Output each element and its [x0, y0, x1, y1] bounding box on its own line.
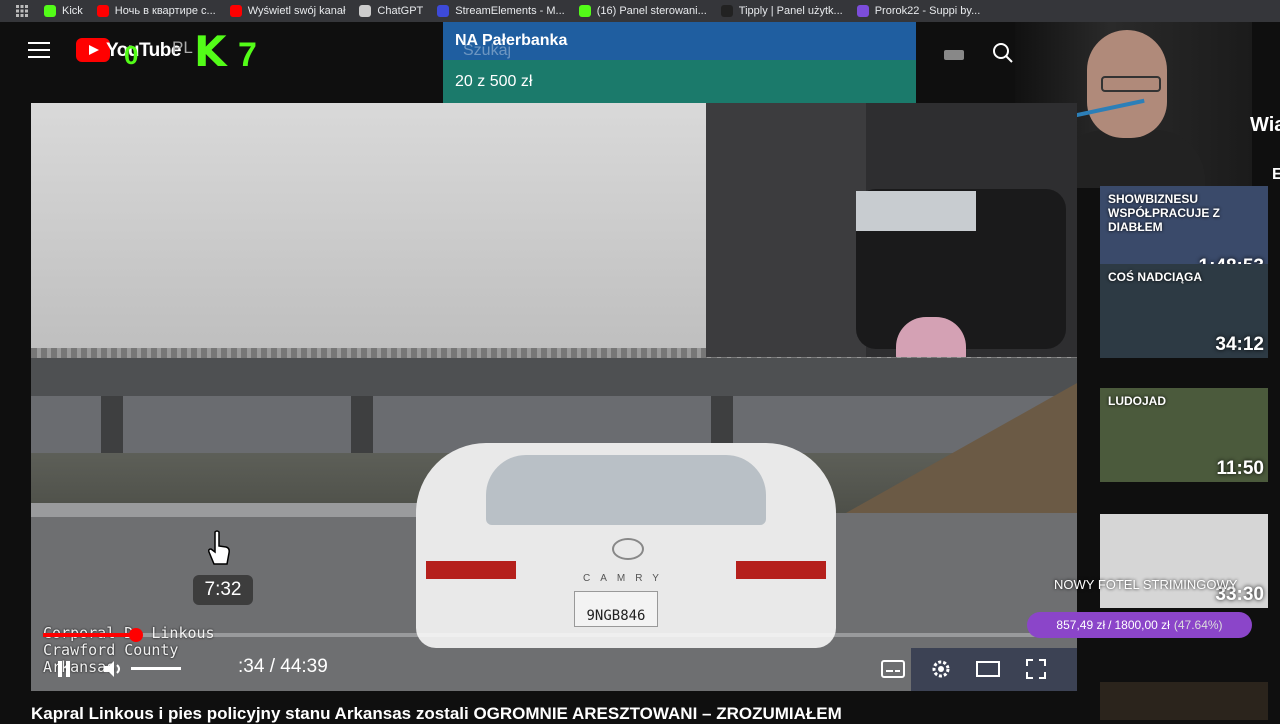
apps-grid-icon[interactable]: [0, 0, 44, 22]
search-placeholder[interactable]: Szukaj: [463, 42, 511, 60]
bookmark-label: Kick: [62, 5, 83, 17]
fullscreen-icon[interactable]: [1023, 656, 1049, 682]
sidebar-edge-text: E: [1272, 166, 1280, 183]
bookmark-item[interactable]: ChatGPT: [359, 0, 423, 22]
bookmark-item[interactable]: Ночь в квартире с...: [96, 0, 216, 22]
thumbnail-headline: SHOWBIZNESU WSPÓŁPRACUJE Z DIABŁEM: [1108, 192, 1221, 234]
video-title[interactable]: Kapral Linkous i pies policyjny stanu Ar…: [31, 704, 842, 724]
goal-progress-bar: 857,49 zł / 1800,00 zł (47.64%): [1027, 612, 1252, 638]
thumbnail-headline: COŚ NADCIĄGA: [1108, 270, 1203, 284]
bookmark-item[interactable]: Kick: [44, 0, 83, 22]
bookmark-label: Ночь в квартире с...: [114, 5, 216, 17]
bookmark-favicon-icon: [720, 5, 733, 17]
progress-knob[interactable]: [128, 628, 143, 642]
sidebar-video-thumbnail[interactable]: COŚ NADCIĄGA 34:12: [1100, 264, 1268, 358]
kick-counter-seven: 7: [238, 36, 257, 74]
progress-bar[interactable]: [43, 628, 1073, 642]
hand-cursor-icon: [208, 530, 230, 566]
bookmark-favicon-icon: [96, 5, 109, 17]
bookmark-label: Wyświetl swój kanał: [247, 5, 346, 17]
youtube-logo-icon[interactable]: [76, 38, 110, 62]
menu-icon[interactable]: [28, 42, 50, 60]
goal-current: 857,49 zł: [1056, 618, 1106, 632]
kick-logo-icon: K: [194, 27, 227, 76]
bookmark-item[interactable]: Tipply | Panel użytk...: [720, 0, 843, 22]
bookmark-favicon-icon: [44, 5, 56, 17]
settings-gear-icon[interactable]: [928, 656, 954, 682]
pause-icon[interactable]: [51, 656, 77, 682]
kick-counter-zero: 0: [124, 40, 139, 70]
video-player[interactable]: CAMRY 9NGB846 7:32 Corporal D. Linkous C…: [31, 103, 1077, 691]
car-image: CAMRY 9NGB846: [416, 443, 836, 648]
bookmark-favicon-icon: [578, 5, 591, 17]
search-icon[interactable]: [990, 40, 1016, 66]
youtube-logo-text[interactable]: YouTube: [106, 40, 181, 62]
hover-time-preview: 7:32: [193, 575, 253, 605]
bookmark-favicon-icon: [229, 5, 242, 17]
bookmarks-bar: Kick Ночь в квартире с... Wyświetl swój ka…: [0, 0, 1280, 22]
timecode: :34 / 44:39: [238, 656, 328, 677]
bookmark-item[interactable]: Wyświetl swój kanał: [229, 0, 346, 22]
donation-goal-overlay: NA Pałerbanka Szukaj 20 z 500 zł: [443, 22, 916, 104]
keyboard-icon[interactable]: [944, 50, 964, 60]
goal-percent: (47.64%): [1173, 618, 1223, 632]
donation-amount: 20 z 500 zł: [443, 60, 916, 104]
progress-fill: [43, 633, 136, 637]
subtitles-icon[interactable]: [880, 656, 906, 682]
country-code: PL: [172, 38, 193, 57]
sidebar-video-thumbnail[interactable]: [1100, 682, 1268, 720]
player-controls: :34 / 44:39: [31, 648, 1077, 691]
sidebar-video-thumbnail[interactable]: LUDOJAD 11:50: [1100, 388, 1268, 482]
sidebar-video-thumbnail[interactable]: 33:30: [1100, 514, 1268, 608]
bookmark-label: Tipply | Panel użytk...: [738, 5, 843, 17]
bookmark-favicon-icon: [437, 5, 450, 17]
volume-icon[interactable]: [101, 656, 127, 682]
bookmark-favicon-icon: [856, 5, 869, 17]
bookmark-label: Prorok22 - Suppi by...: [874, 5, 981, 17]
theater-mode-icon[interactable]: [975, 656, 1001, 682]
bookmark-favicon-icon: [359, 5, 372, 17]
bookmark-label: ChatGPT: [377, 5, 424, 17]
sidebar-chip-label[interactable]: Wia: [1250, 114, 1280, 137]
goal-target: 1800,00 zł: [1114, 618, 1170, 632]
bookmark-item[interactable]: StreamElements - M...: [437, 0, 565, 22]
thumbnail-headline: LUDOJAD: [1108, 394, 1167, 408]
bookmark-label: StreamElements - M...: [455, 5, 565, 17]
toyota-logo-icon: [612, 538, 644, 560]
goal-label: NOWY FOTEL STRIMINGOWY: [1054, 577, 1238, 592]
car-model: CAMRY: [583, 573, 669, 584]
bookmark-item[interactable]: Prorok22 - Suppi by...: [856, 0, 981, 22]
video-duration: 11:50: [1216, 458, 1264, 479]
license-plate: 9NGB846: [574, 591, 658, 627]
volume-slider[interactable]: [131, 667, 181, 670]
video-duration: 34:12: [1215, 334, 1264, 355]
bookmark-item[interactable]: (16) Panel sterowani...: [578, 0, 707, 22]
donation-title: NA Pałerbanka: [443, 22, 916, 60]
camera-inset: [706, 103, 1077, 357]
bookmark-label: (16) Panel sterowani...: [596, 5, 707, 17]
